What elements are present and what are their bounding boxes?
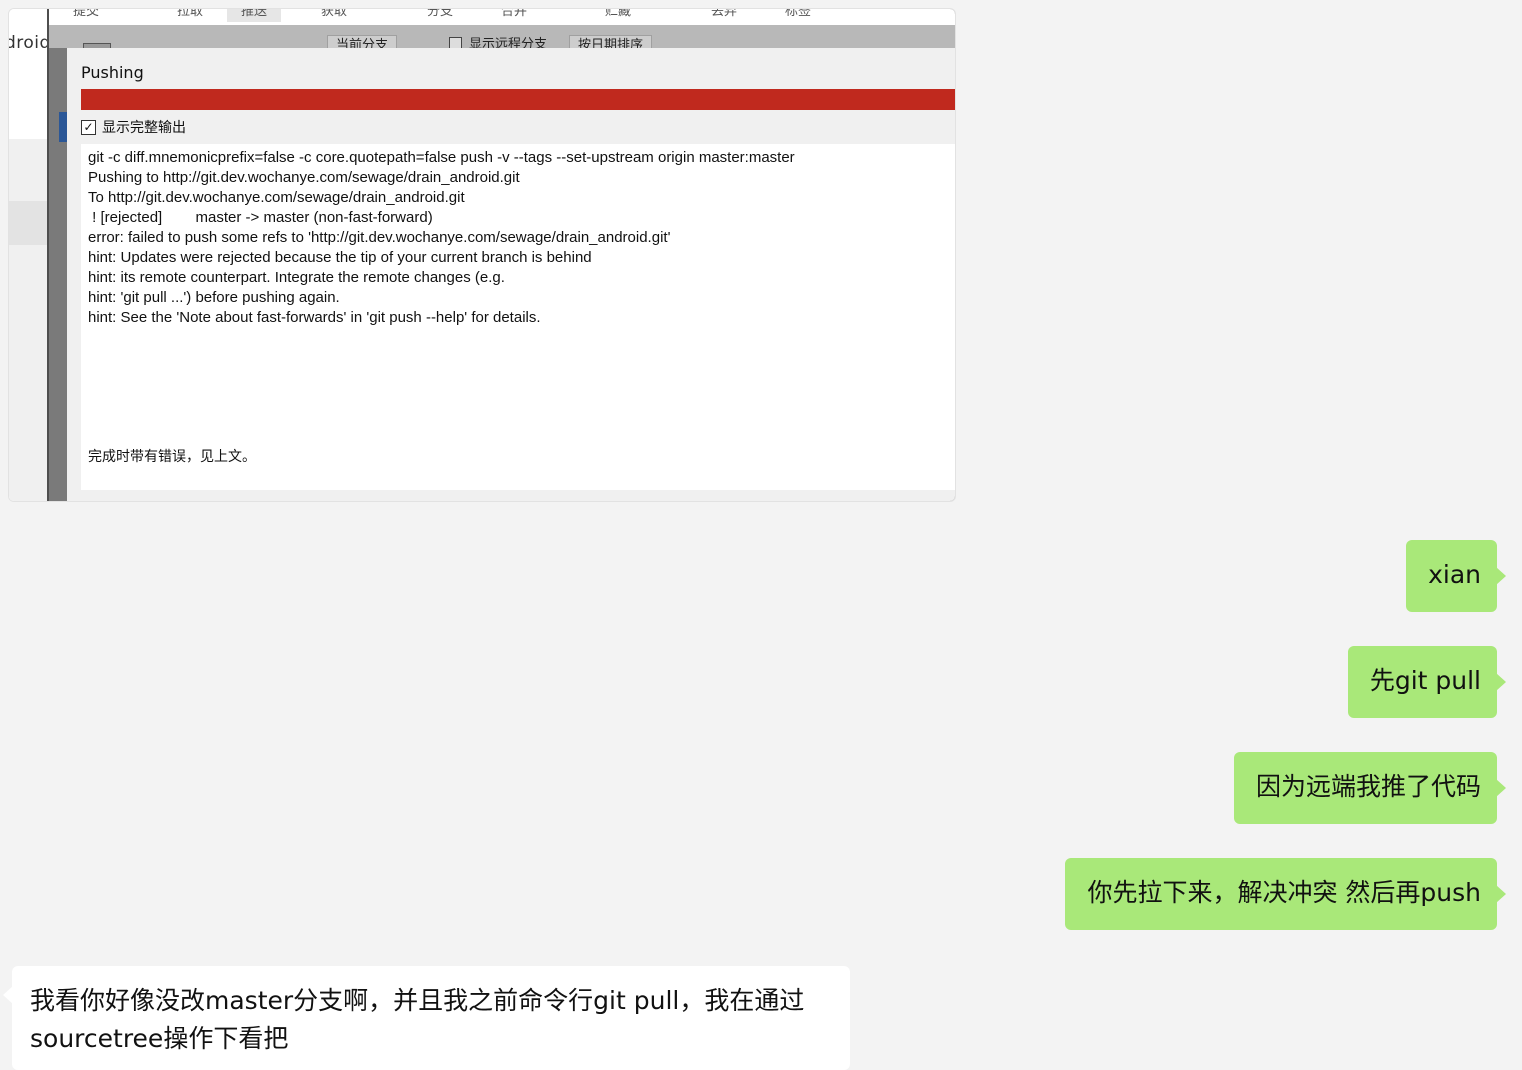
toolbar-commit[interactable]: 提交 [73,9,99,19]
toolbar-pull[interactable]: 拉取 [177,9,203,19]
sourcetree-toolbar: 提交 拉取 推送 获取 分支 合并 贮藏 丢弃 标签 [49,9,955,26]
toolbar-stash[interactable]: 贮藏 [605,9,631,19]
output-log-line: ! [rejected] master -> master (non-fast-… [88,209,433,226]
output-log-line: git -c diff.mnemonicprefix=false -c core… [88,149,795,166]
message-bubble-outgoing[interactable]: xian [1406,540,1506,612]
output-log-line: hint: Updates were rejected because the … [88,249,592,266]
message-bubble-outgoing[interactable]: 先git pull [1347,646,1507,718]
pushing-dialog: Pushing ✓ 显示完整输出 git -c diff.mnemonicpre… [67,48,955,501]
output-log-line: hint: See the 'Note about fast-forwards'… [88,309,541,326]
toolbar-tag[interactable]: 标签 [785,9,811,19]
show-remote-label: 显示远程分支 [469,37,548,48]
sort-select[interactable]: 按日期排序 [569,35,653,48]
toolbar-discard[interactable]: 丢弃 [711,9,737,19]
message-bubble-outgoing[interactable]: 你先拉下来，解决冲突 然后再push [1065,858,1506,930]
toolbar-branch[interactable]: 分支 [427,9,453,19]
message-bubble-incoming[interactable]: 我看你好像没改master分支啊，并且我之前命令行git pull，我在通过so… [3,966,850,1070]
sidebar-fragment [9,9,47,501]
completion-status: 完成时带有错误，见上文。 [88,449,256,465]
show-full-output-row[interactable]: ✓ 显示完整输出 [81,117,186,137]
selection-marker [59,112,67,142]
branch-select[interactable]: 当前分支 [327,35,398,48]
show-full-output-checkbox[interactable]: ✓ [81,119,96,135]
push-progress-fill [81,89,955,110]
message-bubble-outgoing[interactable]: 因为远端我推了代码 [1233,752,1507,824]
output-log-line: error: failed to push some refs to 'http… [88,229,671,246]
toolbar-fetch[interactable]: 获取 [321,9,347,19]
shared-screenshot-image[interactable]: droid 提交 拉取 推送 获取 分支 合并 贮藏 丢弃 标签 当前分支 显示… [8,8,956,502]
app-label: droid [8,33,51,53]
toolbar-merge[interactable]: 合并 [501,9,527,19]
push-progress-bar [81,89,955,110]
dialog-title: Pushing [81,63,144,82]
output-log-panel[interactable]: git -c diff.mnemonicprefix=false -c core… [81,144,955,490]
toolbar-push[interactable]: 推送 [227,9,282,22]
show-full-output-label: 显示完整输出 [102,120,186,136]
output-log-line: hint: 'git pull ...') before pushing aga… [88,289,340,306]
output-log-line: Pushing to http://git.dev.wochanye.com/s… [88,169,520,186]
output-log-line: hint: its remote counterpart. Integrate … [88,269,505,286]
output-log: git -c diff.mnemonicprefix=false -c core… [88,148,795,328]
filter-bar: 当前分支 显示远程分支 按日期排序 [49,25,955,48]
output-log-line: To http://git.dev.wochanye.com/sewage/dr… [88,189,465,206]
